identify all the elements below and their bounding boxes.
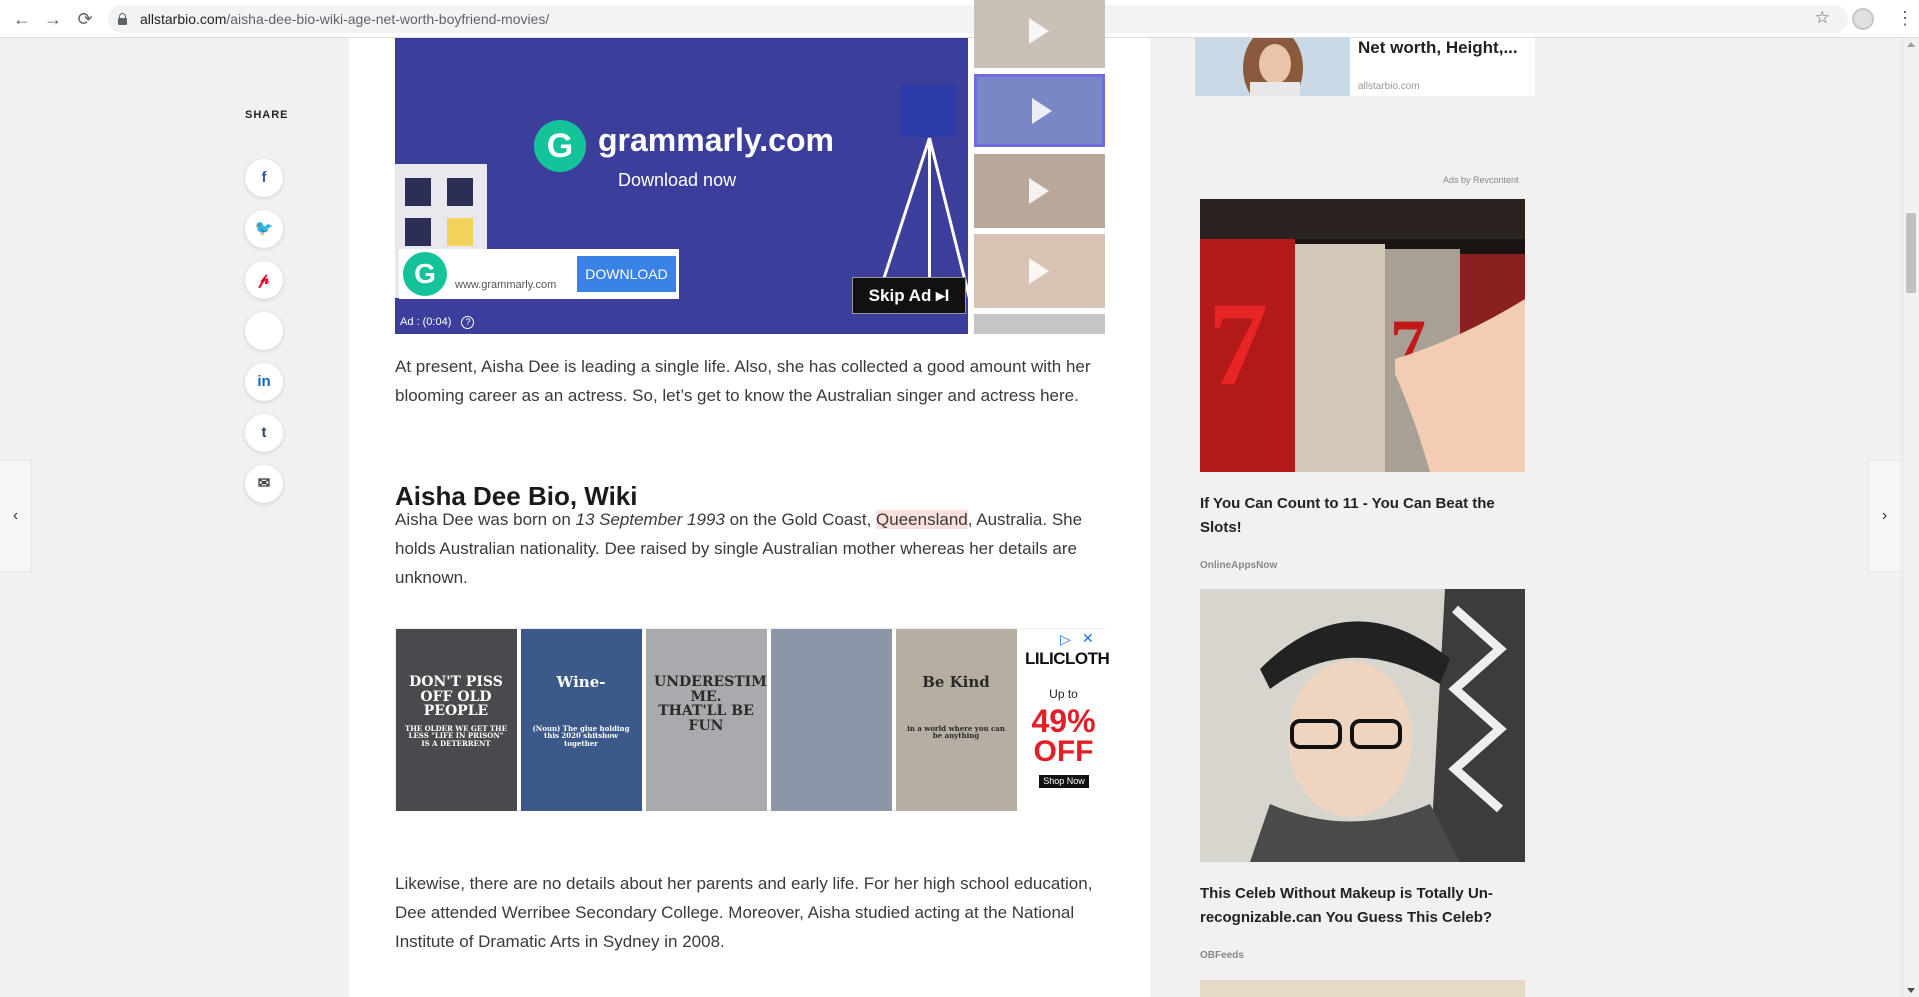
banner-up-to: Up to: [1049, 687, 1078, 701]
browser-menu-icon[interactable]: ⋮: [1896, 7, 1914, 29]
shirt-print-text: UNDERESTIMATE ME. THAT'LL BE FUN: [654, 674, 767, 735]
banner-brand-panel[interactable]: LILICLOTH Up to 49% OFF Shop Now: [1021, 629, 1110, 811]
queensland-link[interactable]: Queensland: [876, 510, 968, 529]
shirt-product-image[interactable]: UNDERESTIMATE ME. THAT'LL BE FUN: [646, 629, 767, 811]
bio-paragraph: Aisha Dee was born on 13 September 1993 …: [395, 505, 1110, 592]
video-playlist: [974, 0, 1105, 334]
related-post-source: allstarbio.com: [1358, 81, 1420, 92]
ad-cta-url[interactable]: www.grammarly.com: [455, 279, 556, 291]
shirt-product-image[interactable]: [771, 629, 892, 811]
playlist-thumbnail[interactable]: [974, 314, 1105, 334]
scroll-down-arrow-icon[interactable]: [1907, 988, 1915, 993]
previous-post-arrow[interactable]: ‹: [0, 460, 32, 572]
email-share-icon[interactable]: ✉: [245, 465, 283, 503]
play-icon: [1029, 178, 1049, 204]
skip-ad-button[interactable]: Skip Ad ▸I: [852, 277, 966, 314]
browser-toolbar: ← → ⟳ allstarbio.com/aisha-dee-bio-wiki-…: [0, 0, 1919, 38]
slot-machine-image: 7 7: [1200, 199, 1525, 472]
grammarly-small-logo-icon: G: [403, 252, 447, 296]
linkedin-share-icon[interactable]: in: [245, 363, 283, 401]
birth-date: 13 September 1993: [575, 510, 725, 529]
profile-avatar-icon[interactable]: [1852, 8, 1874, 30]
play-icon: [1029, 258, 1049, 284]
lock-icon: [118, 13, 127, 25]
blank-share-icon[interactable]: [245, 312, 283, 350]
celebrity-photo: [1200, 589, 1525, 862]
related-post-image[interactable]: [1195, 38, 1350, 96]
education-paragraph: Likewise, there are no details about her…: [395, 874, 1093, 951]
help-icon[interactable]: ?: [461, 316, 475, 329]
playlist-thumbnail[interactable]: [974, 234, 1105, 308]
svg-text:7: 7: [1208, 277, 1268, 410]
sidebar-ad-title[interactable]: If You Can Count to 11 - You Can Beat th…: [1200, 492, 1525, 540]
facebook-share-icon[interactable]: f: [245, 159, 283, 197]
page-scrollbar[interactable]: [1902, 38, 1919, 997]
sidebar-ad-source[interactable]: OnlineAppsNow: [1200, 560, 1277, 571]
ad-download-button[interactable]: DOWNLOAD: [577, 256, 676, 292]
related-post-card[interactable]: Net worth, Height,... allstarbio.com: [1195, 38, 1535, 96]
close-ad-icon[interactable]: ✕: [1082, 630, 1094, 647]
sidebar-ad-image[interactable]: [1200, 589, 1525, 862]
shirt-print-fine-text: (Noun) The glue holding this 2020 shitsh…: [532, 724, 630, 748]
adchoices-icon[interactable]: ▷: [1060, 631, 1071, 648]
shirt-product-image[interactable]: DON'T PISS OFF OLD PEOPLE THE OLDER WE GE…: [396, 629, 517, 811]
banner-off-label: OFF: [1033, 735, 1094, 768]
reload-icon[interactable]: ⟳: [75, 9, 95, 29]
twitter-share-icon[interactable]: 🐦: [245, 210, 283, 248]
article-column: G grammarly.com Download now G www.gramm…: [349, 0, 1150, 997]
video-ad[interactable]: G grammarly.com Download now G www.gramm…: [395, 38, 968, 334]
play-icon: [1032, 98, 1052, 124]
ad-subtitle: Download now: [618, 170, 737, 190]
ad-timer-text: Ad : (0:04): [400, 316, 452, 328]
sidebar-ad-title[interactable]: This Celeb Without Makeup is Totally Un-…: [1200, 882, 1525, 930]
related-post-photo: [1195, 38, 1350, 96]
banner-brand-name: LILICLOTH: [1025, 649, 1110, 668]
sidebar-ad-source[interactable]: OBFeeds: [1200, 950, 1244, 961]
bio-text-a: Aisha Dee was born on: [395, 510, 576, 529]
next-post-arrow[interactable]: ›: [1868, 460, 1900, 572]
shirt-print-text: Wine-: [556, 673, 606, 691]
ads-by-revcontent[interactable]: Ads by Revcontent: [1443, 175, 1519, 185]
tumblr-share-icon[interactable]: t: [245, 414, 283, 452]
playlist-thumbnail[interactable]: [974, 0, 1105, 68]
url-text[interactable]: allstarbio.com/aisha-dee-bio-wiki-age-ne…: [140, 11, 549, 27]
shirt-product-image[interactable]: Wine- (Noun) The glue holding this 2020 s…: [521, 629, 642, 811]
shirt-print-text: Be Kind: [922, 673, 990, 691]
shirt-print-fine-text: THE OLDER WE GET THE LESS "LIFE IN PRISO…: [404, 724, 508, 748]
lamp-illustration: [901, 85, 957, 137]
scroll-thumb[interactable]: [1906, 213, 1916, 293]
url-domain: allstarbio.com: [140, 11, 227, 27]
pinterest-share-icon[interactable]: 𝓅: [245, 261, 283, 299]
ad-cta-card[interactable]: G www.grammarly.com DOWNLOAD: [399, 249, 679, 299]
shirt-print-fine-text: in a world where you can be anything: [907, 724, 1005, 741]
back-arrow-icon[interactable]: ←: [12, 9, 32, 29]
ad-brand-name: grammarly.com: [598, 122, 834, 158]
clothing-banner-ad[interactable]: DON'T PISS OFF OLD PEOPLE THE OLDER WE GE…: [395, 628, 1110, 811]
forward-arrow-icon[interactable]: →: [43, 9, 63, 29]
shirt-print-text: DON'T PISS OFF OLD PEOPLE: [409, 674, 503, 720]
play-icon: [1029, 18, 1049, 44]
share-title: SHARE: [245, 109, 289, 121]
related-post-title[interactable]: Net worth, Height,...: [1358, 38, 1518, 58]
sidebar-ad-image[interactable]: [1200, 980, 1525, 997]
scroll-up-arrow-icon[interactable]: [1907, 42, 1915, 47]
intro-paragraph: At present, Aisha Dee is leading a singl…: [395, 357, 1091, 405]
sidebar-ad-image[interactable]: 7 7: [1200, 199, 1525, 472]
bookmark-star-icon[interactable]: ☆: [1815, 8, 1830, 28]
playlist-thumbnail-active[interactable]: [974, 74, 1105, 147]
grammarly-logo-icon: G: [534, 120, 586, 172]
banner-shop-now-button[interactable]: Shop Now: [1039, 775, 1089, 788]
shirt-product-image[interactable]: Be Kind in a world where you can be anyth…: [896, 629, 1017, 811]
ad-timer: Ad : (0:04)?: [400, 316, 475, 329]
url-path: /aisha-dee-bio-wiki-age-net-worth-boyfri…: [226, 11, 550, 27]
bio-text-b: on the Gold Coast,: [724, 510, 877, 529]
playlist-thumbnail[interactable]: [974, 154, 1105, 228]
